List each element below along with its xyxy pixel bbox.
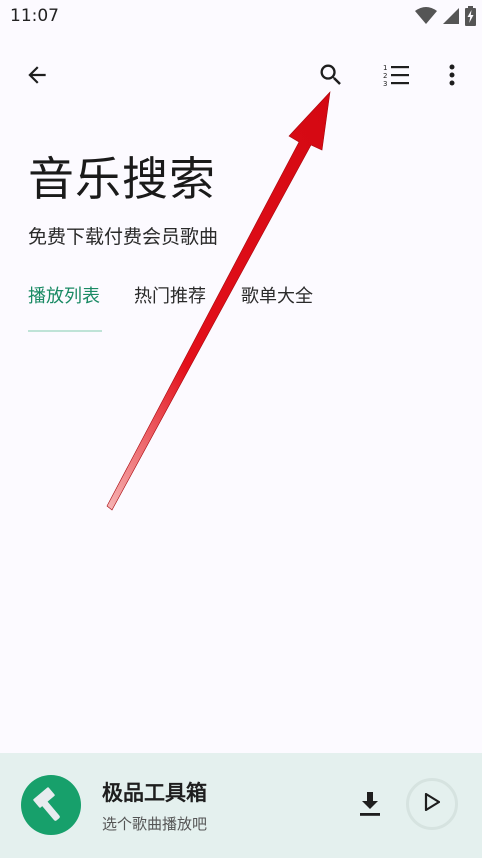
tab-indicator — [28, 330, 102, 332]
svg-text:2: 2 — [383, 72, 387, 80]
wifi-icon — [415, 7, 437, 25]
play-button[interactable] — [406, 778, 458, 830]
page-title: 音乐搜索 — [28, 152, 216, 206]
svg-text:3: 3 — [383, 80, 387, 87]
playlist-button[interactable]: 1 2 3 — [372, 50, 420, 100]
search-icon — [317, 61, 345, 89]
player-bar[interactable]: 极品工具箱 选个歌曲播放吧 — [0, 753, 482, 858]
svg-text:1: 1 — [383, 64, 387, 72]
tab-hot-recommendations[interactable]: 热门推荐 — [134, 282, 206, 332]
back-button[interactable] — [13, 50, 61, 100]
status-time: 11:07 — [10, 6, 59, 26]
annotation-arrow — [106, 91, 331, 511]
page-subtitle: 免费下载付费会员歌曲 — [28, 226, 219, 248]
more-vert-icon — [448, 63, 456, 87]
download-button[interactable] — [350, 786, 390, 826]
player-subtitle: 选个歌曲播放吧 — [102, 815, 208, 833]
download-icon — [358, 791, 382, 821]
play-icon — [424, 792, 441, 815]
album-art[interactable] — [21, 775, 81, 835]
hammer-icon — [31, 783, 71, 827]
toolbar: 1 2 3 — [0, 50, 482, 100]
player-title: 极品工具箱 — [102, 781, 207, 805]
battery-charging-icon — [465, 6, 476, 26]
arrow-back-icon — [24, 62, 50, 88]
tab-song-collections[interactable]: 歌单大全 — [241, 282, 313, 332]
numbered-list-icon: 1 2 3 — [382, 63, 410, 87]
search-button[interactable] — [307, 50, 355, 100]
status-bar: 11:07 — [0, 0, 482, 34]
status-icons — [415, 6, 476, 26]
cellular-signal-icon — [443, 7, 459, 25]
tab-playlist[interactable]: 播放列表 — [28, 282, 100, 332]
more-options-button[interactable] — [428, 50, 476, 100]
